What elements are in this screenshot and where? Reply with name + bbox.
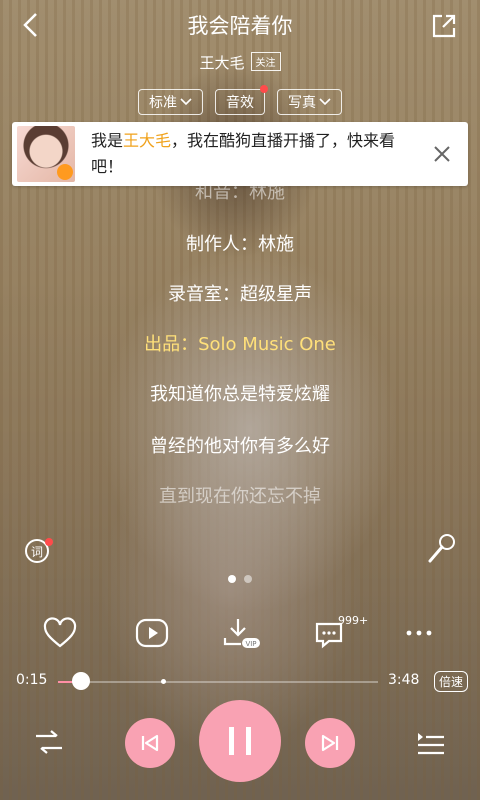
skip-next-icon bbox=[321, 734, 339, 752]
page-dot bbox=[244, 575, 252, 583]
next-button[interactable] bbox=[305, 718, 355, 768]
lyric-line: 制作人：林施 bbox=[186, 234, 294, 255]
page-indicator bbox=[0, 575, 480, 583]
share-icon[interactable] bbox=[430, 12, 458, 40]
close-icon[interactable] bbox=[432, 144, 452, 164]
lyric-line: 我知道你总是特爱炫耀 bbox=[150, 384, 330, 405]
skip-previous-icon bbox=[141, 734, 159, 752]
sound-effect-pill-label: 音效 bbox=[226, 95, 254, 111]
quality-pill[interactable]: 标准 bbox=[138, 89, 203, 115]
chevron-down-icon bbox=[180, 98, 192, 106]
banner-message: 我是王大毛，我在酷狗直播开播了，快来看吧！ bbox=[91, 131, 396, 176]
page-dot-active bbox=[228, 575, 236, 583]
lyric-line: 曾经的他对你有多么好 bbox=[150, 436, 330, 457]
lyric-line: 录音室：超级星声 bbox=[168, 284, 312, 305]
lyric-line: 直到现在你还忘不掉 bbox=[159, 486, 321, 507]
pause-icon bbox=[229, 727, 251, 755]
streamer-name: 王大毛 bbox=[123, 131, 172, 150]
playback-speed-button[interactable]: 倍速 bbox=[434, 671, 469, 692]
chevron-down-icon bbox=[319, 98, 331, 106]
photo-pill-label: 写真 bbox=[288, 95, 316, 111]
total-time: 3:48 bbox=[388, 672, 420, 688]
lyrics-toggle-icon[interactable]: 词 bbox=[24, 537, 54, 567]
previous-button[interactable] bbox=[125, 718, 175, 768]
progress-bar[interactable] bbox=[58, 681, 378, 683]
progress-thumb[interactable] bbox=[72, 672, 91, 690]
sound-effect-pill[interactable]: 音效 bbox=[215, 85, 268, 115]
artist-row: 王大毛 关注 bbox=[0, 52, 480, 73]
live-notification-banner[interactable]: 我是王大毛，我在酷狗直播开播了，快来看吧！ bbox=[12, 122, 468, 186]
more-icon[interactable] bbox=[403, 616, 439, 650]
comment-count-badge: 999+ bbox=[338, 614, 369, 627]
svg-text:词: 词 bbox=[31, 545, 43, 559]
new-dot bbox=[260, 85, 268, 93]
streamer-avatar bbox=[17, 126, 75, 182]
current-lyric-line: 出品：Solo Music One bbox=[144, 334, 336, 355]
follow-button[interactable]: 关注 bbox=[250, 52, 281, 71]
pause-button[interactable] bbox=[199, 700, 281, 782]
song-title: 我会陪着你 bbox=[187, 14, 293, 38]
svg-text:VIP: VIP bbox=[245, 640, 256, 648]
photo-pill[interactable]: 写真 bbox=[277, 89, 342, 115]
like-icon[interactable] bbox=[42, 616, 78, 650]
play-mode-icon[interactable] bbox=[34, 728, 64, 760]
download-vip-icon[interactable]: VIP bbox=[222, 616, 260, 650]
microphone-icon[interactable] bbox=[426, 532, 456, 563]
live-icon bbox=[57, 164, 73, 180]
mode-pills: 标准 音效 写真 bbox=[0, 85, 480, 115]
mv-icon[interactable] bbox=[134, 616, 170, 650]
artist-name[interactable]: 王大毛 bbox=[199, 54, 244, 72]
elapsed-time: 0:15 bbox=[16, 672, 48, 688]
playlist-icon[interactable] bbox=[416, 728, 446, 760]
quality-pill-label: 标准 bbox=[149, 95, 177, 111]
